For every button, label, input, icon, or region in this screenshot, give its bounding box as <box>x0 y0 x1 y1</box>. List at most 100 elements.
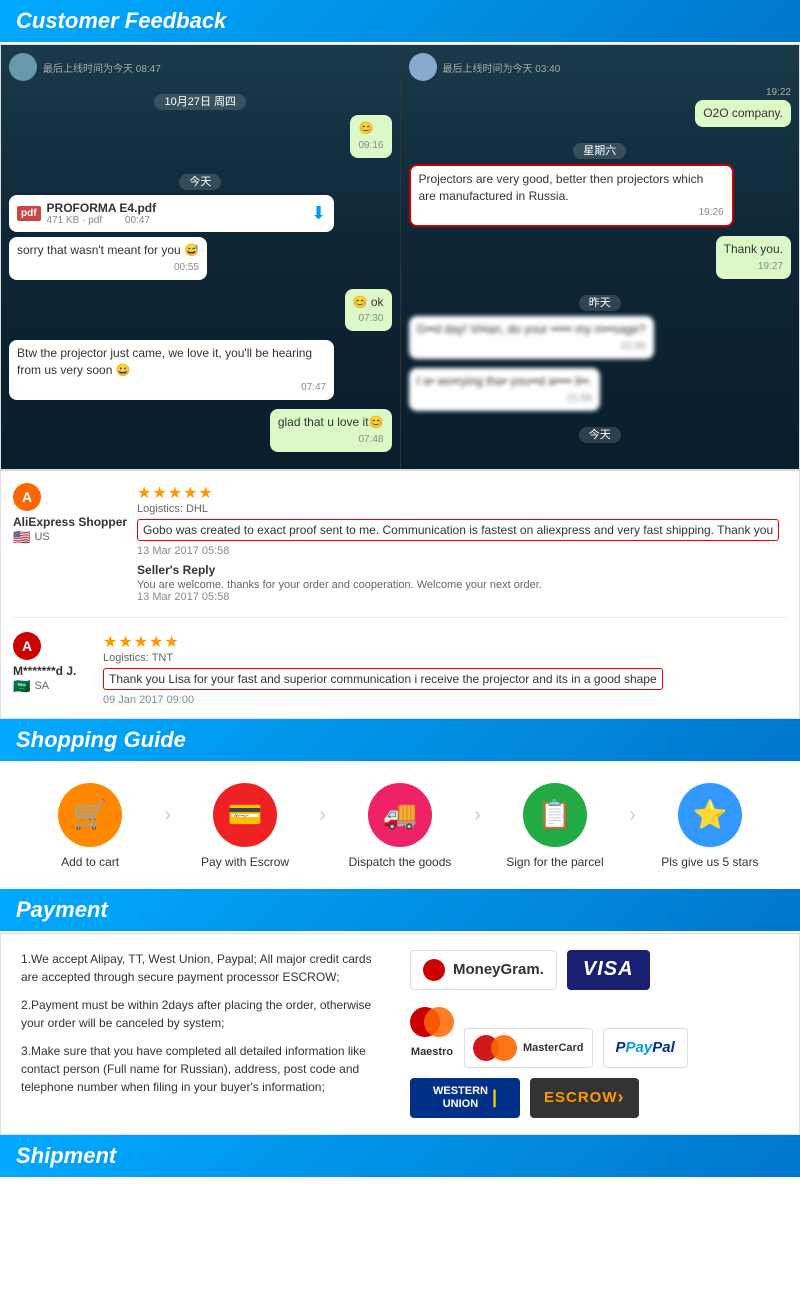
logos-row-2: Maestro MasterCard PPayPal <box>410 1000 779 1068</box>
step-icon-dispatch: 🚚 <box>368 783 432 847</box>
arrow-1: › <box>160 804 175 827</box>
chat-msg-sent-3: glad that u love it😊 07:48 <box>270 409 392 452</box>
avatar-left <box>9 53 37 81</box>
paypal-logo: PPayPal <box>603 1028 688 1068</box>
payment-inner: 1.We accept Alipay, TT, West Union, Payp… <box>21 950 779 1118</box>
customer-feedback-section: Customer Feedback 最后上线时间为今天 08:47 10月27日… <box>0 0 800 719</box>
paypal-p1: P <box>616 1039 626 1056</box>
chat-area: 最后上线时间为今天 08:47 10月27日 周四 😊 09:16 今天 pdf… <box>0 44 800 470</box>
chat-right-msg-2: Projectors are very good, better then pr… <box>409 164 734 228</box>
step-sign: 📋 Sign for the parcel <box>485 783 625 869</box>
western-union-logo: WESTERNUNION | <box>410 1078 520 1118</box>
step-label-sign: Sign for the parcel <box>506 855 603 869</box>
visa-logo: VISA <box>567 950 650 990</box>
payment-header: Payment <box>0 889 800 931</box>
western-union-label: WESTERNUNION <box>433 1085 488 1111</box>
file-bubble: pdf PROFORMA E4.pdf 471 KB · pdf 00:47 ⬇ <box>9 195 334 232</box>
steps-row: 🛒 Add to cart › 💳 Pay with Escrow › 🚚 Di… <box>20 783 780 869</box>
chat-msg-received-2: Btw the projector just came, we love it,… <box>9 340 334 400</box>
step-label-stars: Pls give us 5 stars <box>661 855 758 869</box>
arrow-2: › <box>315 804 330 827</box>
step-stars: ⭐ Pls give us 5 stars <box>640 783 780 869</box>
reviewer-badge-2: A <box>13 632 41 660</box>
chat-right-msg-4: G••d day! Vi•ian, do your ••••• my m••sa… <box>409 316 654 359</box>
step-label-escrow: Pay with Escrow <box>201 855 289 869</box>
chat-left-last-seen: 最后上线时间为今天 08:47 <box>43 60 161 75</box>
file-name: PROFORMA E4.pdf <box>47 201 157 215</box>
paypal-p2: Pay <box>626 1039 653 1056</box>
step-icon-sign: 📋 <box>523 783 587 847</box>
visa-label: VISA <box>583 958 634 981</box>
payment-point-1: 1.We accept Alipay, TT, West Union, Payp… <box>21 950 390 986</box>
chat-left-header: 最后上线时间为今天 08:47 <box>9 53 392 81</box>
shopping-guide-section: Shopping Guide 🛒 Add to cart › 💳 Pay wit… <box>0 719 800 889</box>
chat-msg-sent-2: 😊 ok 07:30 <box>345 289 392 332</box>
customer-feedback-title: Customer Feedback <box>16 8 226 34</box>
payment-section: Payment 1.We accept Alipay, TT, West Uni… <box>0 889 800 1135</box>
escrow-arrow-icon: › <box>618 1087 625 1108</box>
chat-right-msg-3: Thank you. 19:27 <box>716 236 791 279</box>
step-icon-escrow: 💳 <box>213 783 277 847</box>
payment-text: 1.We accept Alipay, TT, West Union, Payp… <box>21 950 390 1118</box>
payment-title: Payment <box>16 897 108 923</box>
step-label-dispatch: Dispatch the goods <box>349 855 452 869</box>
moneygram-label: MoneyGram. <box>453 961 544 978</box>
step-dispatch: 🚚 Dispatch the goods <box>330 783 470 869</box>
chat-msg-sent-1: 😊 09:16 <box>350 115 391 158</box>
moneygram-logo: MoneyGram. <box>410 950 557 990</box>
reviewer-info-2: A M*******d J. 🇸🇦 SA <box>13 632 93 706</box>
step-pay-escrow: 💳 Pay with Escrow <box>175 783 315 869</box>
paypal-pal: Pal <box>652 1039 675 1056</box>
chat-right-header: 最后上线时间为今天 03:40 <box>409 53 792 81</box>
time-label-1: 19:22 <box>766 87 791 98</box>
payment-content: 1.We accept Alipay, TT, West Union, Payp… <box>0 933 800 1135</box>
mc-orange-circle <box>491 1035 517 1061</box>
shopping-guide-header: Shopping Guide <box>0 719 800 761</box>
shopping-guide-title: Shopping Guide <box>16 727 186 753</box>
payment-point-2: 2.Payment must be within 2days after pla… <box>21 996 390 1032</box>
shipment-section: Shipment <box>0 1135 800 1177</box>
chat-right-last-seen: 最后上线时间为今天 03:40 <box>443 60 561 75</box>
seller-reply-text-1: You are welcome. thanks for your order a… <box>137 579 787 591</box>
shipment-header: Shipment <box>0 1135 800 1177</box>
step-label-cart: Add to cart <box>61 855 119 869</box>
stars-1: ★★★★★ <box>137 483 787 503</box>
chat-right: 最后上线时间为今天 03:40 19:22 O2O company. 星期六 P… <box>401 45 800 469</box>
western-union-bar: | <box>492 1087 497 1109</box>
mastercard-logo: MasterCard <box>464 1028 593 1068</box>
payment-logos: MoneyGram. VISA Maestro <box>410 950 779 1118</box>
escrow-logo: ESCROW › <box>530 1078 639 1118</box>
customer-feedback-header: Customer Feedback <box>0 0 800 42</box>
download-icon: ⬇ <box>311 203 326 224</box>
logos-row-3: WESTERNUNION | ESCROW › <box>410 1078 779 1118</box>
chat-msg-received-1: sorry that wasn't meant for you 😅 00:55 <box>9 237 207 280</box>
flag-1: 🇺🇸 <box>13 529 30 546</box>
maestro-circles <box>410 1000 454 1044</box>
chat-right-yesterday: 昨天 <box>409 294 792 310</box>
review-date-2: 09 Jan 2017 09:00 <box>103 694 787 706</box>
logos-row-1: MoneyGram. VISA <box>410 950 779 990</box>
chat-left-date1: 10月27日 周四 <box>9 93 392 109</box>
logistics-2: Logistics: TNT <box>103 652 787 664</box>
seller-reply-date-1: 13 Mar 2017 05:58 <box>137 591 787 603</box>
payment-point-3: 3.Make sure that you have completed all … <box>21 1042 390 1096</box>
review-content-2: ★★★★★ Logistics: TNT Thank you Lisa for … <box>103 632 787 706</box>
step-icon-stars: ⭐ <box>678 783 742 847</box>
review-item-1: A AliExpress Shopper 🇺🇸 US ★★★★★ Logisti… <box>13 483 787 618</box>
step-add-to-cart: 🛒 Add to cart <box>20 783 160 869</box>
seller-reply-label-1: Seller's Reply <box>137 563 787 577</box>
chat-left-today1: 今天 <box>9 173 392 189</box>
maestro-wrap: Maestro <box>410 1000 454 1058</box>
maestro-orange <box>424 1007 454 1037</box>
mastercard-label: MasterCard <box>523 1042 584 1054</box>
reviews-section: A AliExpress Shopper 🇺🇸 US ★★★★★ Logisti… <box>0 470 800 719</box>
reviewer-badge-1: A <box>13 483 41 511</box>
arrow-3: › <box>470 804 485 827</box>
review-text-2: Thank you Lisa for your fast and superio… <box>103 668 663 690</box>
review-date-1: 13 Mar 2017 05:58 <box>137 545 787 557</box>
file-meta: 471 KB · pdf 00:47 <box>47 215 157 226</box>
avatar-right <box>409 53 437 81</box>
review-text-1: Gobo was created to exact proof sent to … <box>137 519 779 541</box>
stars-2: ★★★★★ <box>103 632 787 652</box>
shopping-guide-content: 🛒 Add to cart › 💳 Pay with Escrow › 🚚 Di… <box>0 763 800 889</box>
